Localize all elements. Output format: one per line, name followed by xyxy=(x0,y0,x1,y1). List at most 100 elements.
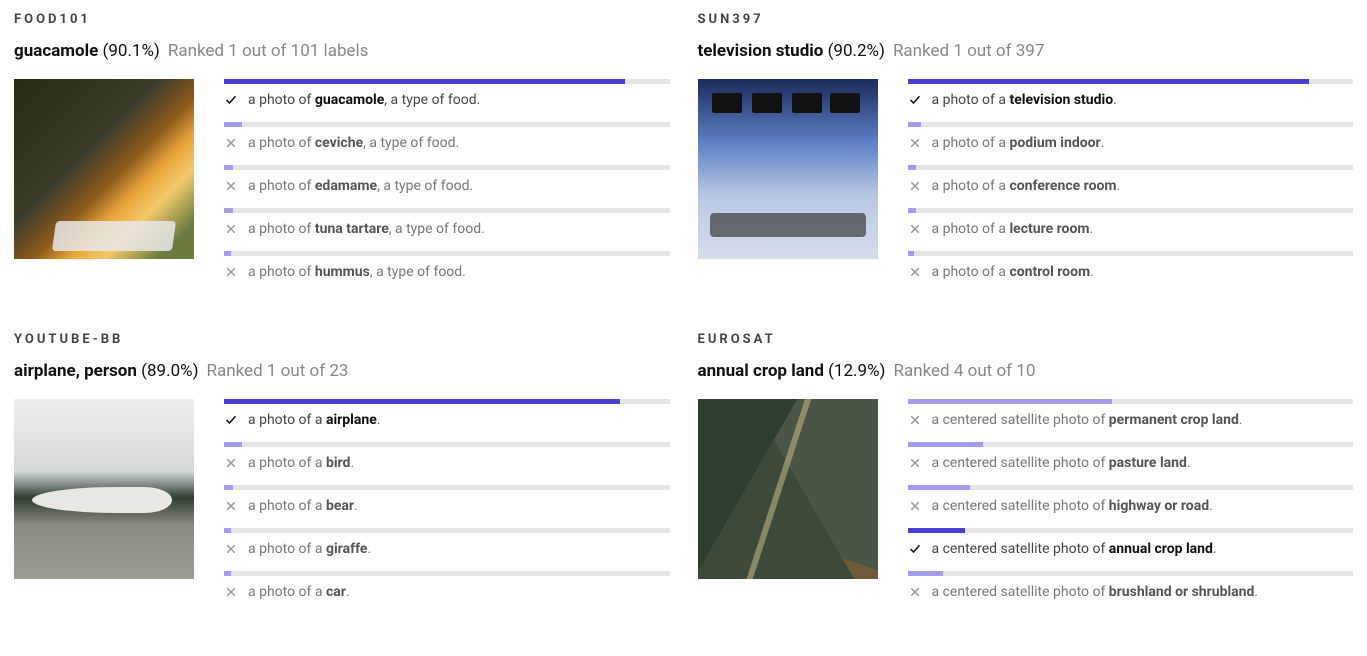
prediction-row: a photo of a conference room. xyxy=(908,165,1354,194)
prediction-label: edamame xyxy=(315,178,377,194)
bar-track xyxy=(224,528,670,533)
bar-fill xyxy=(908,485,970,490)
prediction-label: television studio xyxy=(1009,92,1113,108)
prediction-prefix: a photo of xyxy=(248,221,315,237)
prediction-label: car xyxy=(326,584,346,600)
prediction-suffix: . xyxy=(1254,584,1258,600)
prediction-suffix: . xyxy=(1209,498,1213,514)
prediction-row: a photo of a podium indoor. xyxy=(908,122,1354,151)
bar-fill xyxy=(908,399,1113,404)
rank-text: Ranked 4 out of 10 xyxy=(893,361,1035,381)
predictions-list: a photo of a airplane. a photo of a bird.… xyxy=(224,399,670,614)
bar-fill xyxy=(224,485,233,490)
bar-track xyxy=(224,485,670,490)
prediction-label: ceviche xyxy=(315,135,363,151)
true-pct: (90.2%) xyxy=(823,41,885,61)
true-label: annual crop land xyxy=(698,361,824,381)
prediction-line: a photo of a bear. xyxy=(224,498,670,514)
bar-fill xyxy=(908,442,984,447)
prediction-prefix: a photo of a xyxy=(932,178,1010,194)
prediction-text: a photo of guacamole, a type of food. xyxy=(248,92,480,108)
prediction-prefix: a photo of a xyxy=(932,92,1010,108)
prediction-suffix: . xyxy=(1187,455,1191,471)
bar-fill xyxy=(908,571,944,576)
prediction-label: podium indoor xyxy=(1009,135,1100,151)
x-icon xyxy=(224,499,238,513)
prediction-label: annual crop land xyxy=(1109,541,1213,557)
prediction-suffix: . xyxy=(346,584,350,600)
prediction-line: a centered satellite photo of pasture la… xyxy=(908,455,1354,471)
true-pct: (89.0%) xyxy=(137,361,199,381)
prediction-suffix: . xyxy=(1117,178,1121,194)
bar-fill xyxy=(908,251,915,256)
prediction-row: a photo of tuna tartare, a type of food. xyxy=(224,208,670,237)
prediction-row: a photo of a control room. xyxy=(908,251,1354,280)
prediction-text: a centered satellite photo of pasture la… xyxy=(932,455,1191,471)
prediction-row: a photo of a bear. xyxy=(224,485,670,514)
prediction-prefix: a photo of a xyxy=(932,264,1010,280)
prediction-text: a photo of a giraffe. xyxy=(248,541,371,557)
prediction-row: a photo of guacamole, a type of food. xyxy=(224,79,670,108)
predictions-list: a photo of guacamole, a type of food. a p… xyxy=(224,79,670,294)
prediction-text: a centered satellite photo of brushland … xyxy=(932,584,1259,600)
prediction-label: tuna tartare xyxy=(315,221,389,237)
prediction-prefix: a photo of a xyxy=(932,221,1010,237)
prediction-suffix: . xyxy=(1113,92,1117,108)
prediction-suffix: , a type of food. xyxy=(384,92,480,108)
check-icon xyxy=(224,413,238,427)
prediction-text: a photo of tuna tartare, a type of food. xyxy=(248,221,485,237)
bar-fill xyxy=(224,122,242,127)
prediction-prefix: a photo of xyxy=(248,264,315,280)
prediction-line: a photo of a lecture room. xyxy=(908,221,1354,237)
prediction-row: a centered satellite photo of highway or… xyxy=(908,485,1354,514)
check-icon xyxy=(908,93,922,107)
prediction-prefix: a photo of a xyxy=(248,498,326,514)
prediction-line: a photo of a control room. xyxy=(908,264,1354,280)
prediction-row: a photo of a airplane. xyxy=(224,399,670,428)
prediction-label: giraffe xyxy=(326,541,368,557)
prediction-label: bird xyxy=(326,455,350,471)
result-card: YOUTUBE-BBairplane, person (89.0%)Ranked… xyxy=(14,332,670,614)
prediction-text: a photo of a television studio. xyxy=(932,92,1117,108)
prediction-line: a photo of a podium indoor. xyxy=(908,135,1354,151)
bar-fill xyxy=(908,122,921,127)
card-body: a photo of guacamole, a type of food. a p… xyxy=(14,79,670,294)
prediction-row: a photo of a lecture room. xyxy=(908,208,1354,237)
prediction-suffix: . xyxy=(377,412,381,428)
prediction-line: a photo of a bird. xyxy=(224,455,670,471)
bar-track xyxy=(908,165,1354,170)
true-label: television studio xyxy=(698,41,824,61)
true-pct: (90.1%) xyxy=(98,41,160,61)
true-label: airplane, person xyxy=(14,361,137,381)
card-body: a centered satellite photo of permanent … xyxy=(698,399,1354,614)
prediction-prefix: a photo of a xyxy=(248,455,326,471)
prediction-suffix: . xyxy=(1090,221,1094,237)
bar-track xyxy=(224,79,670,84)
x-icon xyxy=(224,222,238,236)
prediction-line: a photo of a airplane. xyxy=(224,412,670,428)
bar-fill xyxy=(224,79,625,84)
prediction-suffix: , a type of food. xyxy=(389,221,485,237)
bar-track xyxy=(224,165,670,170)
prediction-text: a photo of a podium indoor. xyxy=(932,135,1105,151)
prediction-text: a photo of a bird. xyxy=(248,455,354,471)
prediction-text: a photo of edamame, a type of food. xyxy=(248,178,473,194)
true-label: guacamole xyxy=(14,41,98,61)
prediction-line: a photo of ceviche, a type of food. xyxy=(224,135,670,151)
prediction-prefix: a photo of xyxy=(248,178,315,194)
prediction-label: control room xyxy=(1009,264,1090,280)
prediction-label: pasture land xyxy=(1109,455,1187,471)
prediction-text: a photo of a conference room. xyxy=(932,178,1121,194)
prediction-row: a centered satellite photo of brushland … xyxy=(908,571,1354,600)
prediction-suffix: . xyxy=(1239,412,1243,428)
x-icon xyxy=(908,456,922,470)
prediction-suffix: . xyxy=(367,541,371,557)
prediction-suffix: . xyxy=(1101,135,1105,151)
x-icon xyxy=(908,265,922,279)
bar-fill xyxy=(908,208,917,213)
headline: television studio (90.2%)Ranked 1 out of… xyxy=(698,41,1354,61)
bar-track xyxy=(224,571,670,576)
bar-track xyxy=(908,122,1354,127)
prediction-text: a photo of hummus, a type of food. xyxy=(248,264,466,280)
prediction-line: a photo of hummus, a type of food. xyxy=(224,264,670,280)
